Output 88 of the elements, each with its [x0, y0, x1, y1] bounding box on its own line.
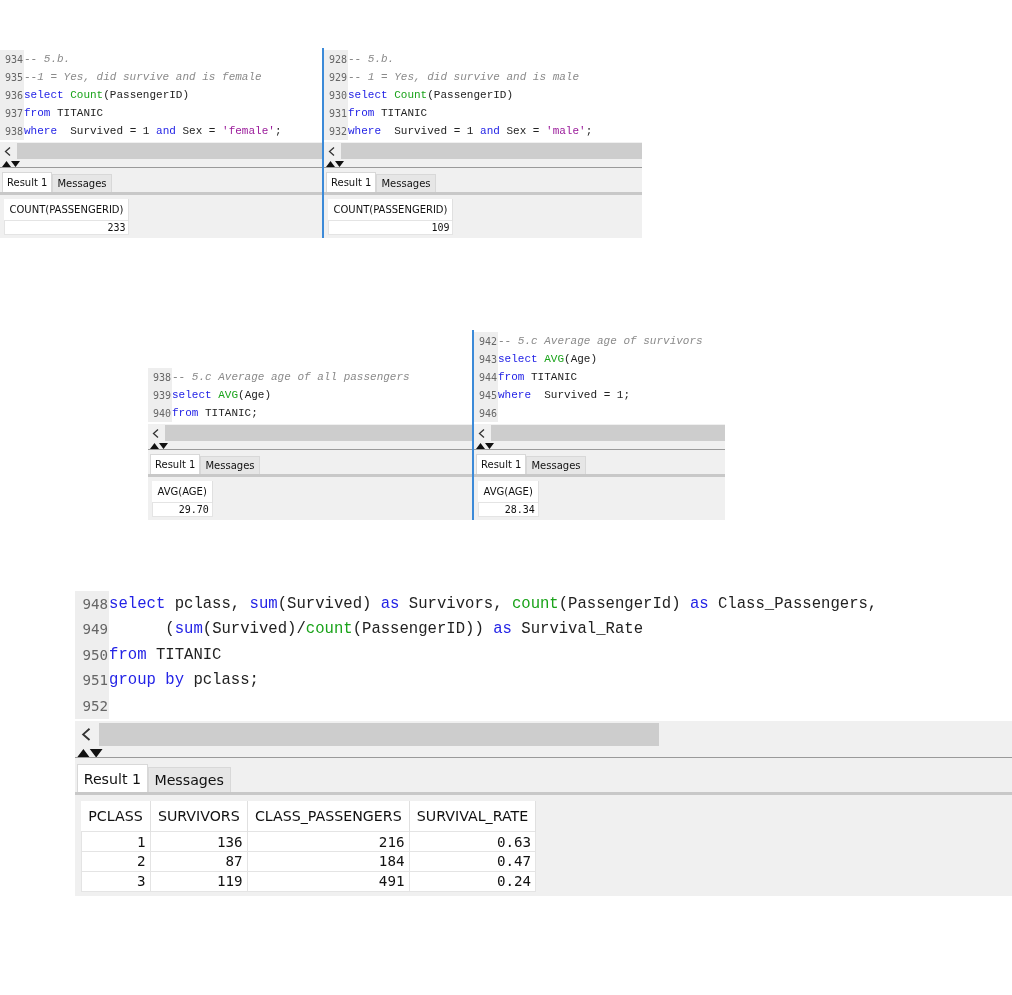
line-number: 940	[148, 404, 172, 422]
result-tab[interactable]: Result 1	[150, 454, 201, 474]
splitter-arrows-icon[interactable]	[77, 748, 103, 758]
table-cell: 2	[81, 851, 151, 872]
result-tab[interactable]: Messages	[526, 456, 586, 474]
table-cell: 1	[81, 831, 151, 852]
scroll-left-icon[interactable]	[478, 428, 485, 438]
code-line: select pclass, sum(Survived) as Survivors, count(PassengerId) as Class_Passengers,	[109, 594, 878, 613]
result-tab[interactable]: Result 1	[77, 763, 148, 793]
splitter-arrows-icon[interactable]	[326, 161, 344, 167]
code-line: select AVG(Age)	[172, 389, 272, 401]
table-cell: 29.70	[152, 502, 213, 517]
column-header: SURVIVORS	[150, 801, 248, 832]
line-number: 932	[324, 122, 348, 140]
table-cell: 0.47	[409, 851, 536, 872]
code-line: select AVG(Age)	[498, 353, 598, 365]
line-number: 939	[148, 386, 172, 404]
column-header: COUNT(PASSENGERID)	[328, 199, 453, 221]
table-cell: 136	[150, 831, 248, 852]
result-tab[interactable]: Result 1	[476, 454, 527, 474]
column-header: CLASS_PASSENGERS	[247, 801, 410, 832]
table-cell: 87	[150, 851, 248, 872]
line-number: 944	[474, 368, 498, 386]
scroll-left-icon[interactable]	[328, 146, 335, 156]
code-line: where Survived = 1 and Sex = 'female';	[24, 125, 282, 137]
line-number: 946	[474, 404, 498, 422]
code-line: -- 5.b.	[24, 53, 71, 65]
column-header: COUNT(PASSENGERID)	[4, 199, 129, 221]
table-cell: 119	[150, 871, 248, 892]
line-number: 943	[474, 350, 498, 368]
column-header: AVG(AGE)	[152, 481, 213, 503]
code-line: from TITANIC	[24, 107, 104, 119]
code-line: from TITANIC	[348, 107, 428, 119]
result-tab[interactable]: Result 1	[2, 172, 53, 192]
result-tab[interactable]: Messages	[52, 174, 112, 192]
line-number: 938	[0, 122, 24, 140]
code-line: -- 5.c Average age of all passengers	[172, 371, 410, 383]
table-cell: 184	[247, 851, 410, 872]
code-line: -- 5.b.	[348, 53, 395, 65]
code-line: where Survived = 1 and Sex = 'male';	[348, 125, 593, 137]
result-tab[interactable]: Result 1	[326, 172, 377, 192]
table-cell: 109	[328, 220, 453, 235]
result-tab[interactable]: Messages	[376, 174, 436, 192]
line-number: 951	[75, 667, 110, 693]
table-cell: 0.24	[409, 871, 536, 892]
table-cell: 28.34	[478, 502, 539, 517]
line-number: 936	[0, 86, 24, 104]
code-line: from TITANIC	[109, 645, 222, 664]
scroll-left-icon[interactable]	[152, 428, 159, 438]
scroll-left-icon[interactable]	[80, 727, 91, 741]
line-number: 937	[0, 104, 24, 122]
line-number: 929	[324, 68, 348, 86]
code-line: (sum(Survived)/count(PassengerID)) as Survival_Rate	[164, 620, 644, 639]
line-number: 934	[0, 50, 24, 68]
line-number: 945	[474, 386, 498, 404]
code-line: group by pclass;	[109, 671, 259, 690]
splitter-arrows-icon[interactable]	[2, 161, 20, 167]
line-number: 938	[148, 368, 172, 386]
line-number: 942	[474, 332, 498, 350]
column-header: PCLASS	[81, 801, 151, 832]
line-number: 928	[324, 50, 348, 68]
code-line: where Survived = 1;	[498, 389, 631, 401]
line-number: 930	[324, 86, 348, 104]
table-cell: 491	[247, 871, 410, 892]
scroll-left-icon[interactable]	[4, 146, 11, 156]
column-header: AVG(AGE)	[478, 481, 539, 503]
code-line: from TITANIC;	[172, 407, 258, 419]
table-cell: 216	[247, 831, 410, 852]
table-cell: 3	[81, 871, 151, 892]
splitter-arrows-icon[interactable]	[476, 443, 494, 449]
result-tab[interactable]: Messages	[200, 456, 260, 474]
column-header: SURVIVAL_RATE	[409, 801, 536, 832]
result-tab[interactable]: Messages	[147, 766, 231, 793]
line-number: 952	[75, 693, 110, 719]
code-line: --1 = Yes, did survive and is female	[24, 71, 262, 83]
code-line: from TITANIC	[498, 371, 578, 383]
splitter-arrows-icon[interactable]	[150, 443, 168, 449]
code-line: -- 1 = Yes, did survive and is male	[348, 71, 580, 83]
code-line: -- 5.c Average age of survivors	[498, 335, 703, 347]
line-number: 950	[75, 641, 110, 668]
code-line: select Count(PassengerID)	[24, 89, 190, 101]
line-number: 949	[75, 616, 110, 642]
table-cell: 233	[4, 220, 129, 235]
line-number: 948	[75, 590, 110, 617]
table-cell: 0.63	[409, 831, 536, 852]
line-number: 935	[0, 68, 24, 86]
line-number: 931	[324, 104, 348, 122]
code-line: select Count(PassengerID)	[348, 89, 514, 101]
